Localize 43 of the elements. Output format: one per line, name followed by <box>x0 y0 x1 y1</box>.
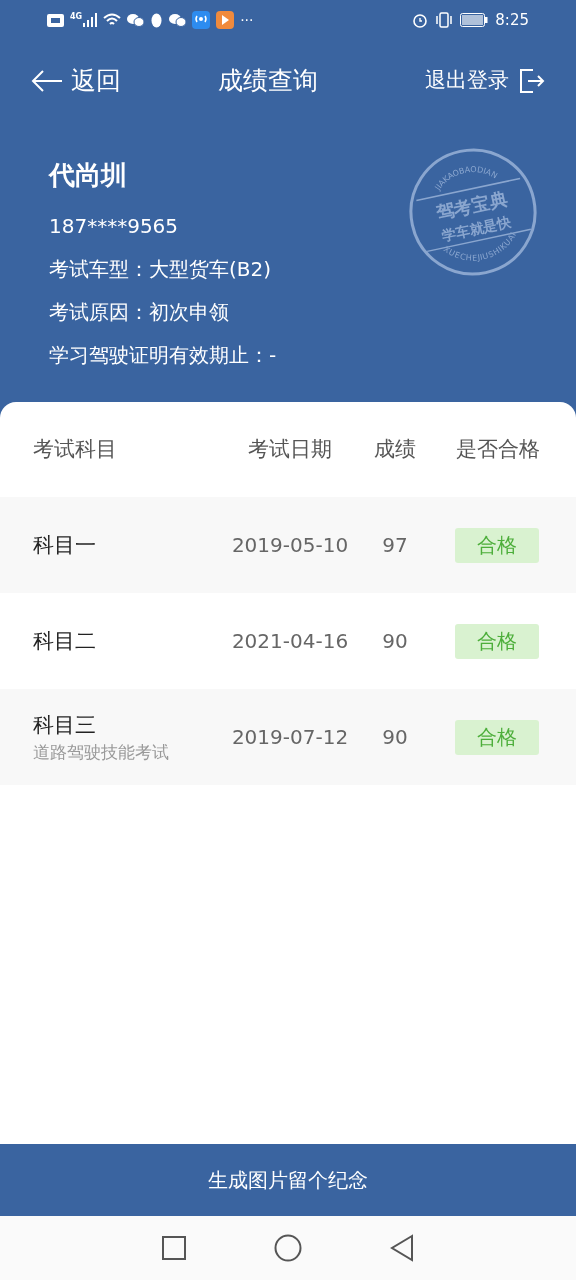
date-cell-text: 2019-05-10 <box>230 532 350 559</box>
result-badge: 合格 <box>455 719 539 755</box>
info-line: 考试车型：大型货车(B2) <box>49 256 273 283</box>
date-cell-text: 2021-04-16 <box>230 628 350 655</box>
signal-icon <box>83 13 98 27</box>
battery-icon <box>460 13 489 27</box>
phone-number: 187****9565 <box>49 213 180 240</box>
score-cell-text: 90 <box>381 724 409 751</box>
user-name: 代尚圳 <box>49 159 128 192</box>
clock-time: 8:25 <box>495 9 529 31</box>
play-app-icon <box>216 11 235 29</box>
subject-note: 道路驾驶技能考试 <box>33 741 170 764</box>
alarm-icon <box>412 12 429 28</box>
column-header: 考试日期 <box>247 435 333 463</box>
score-cell-text: 90 <box>381 628 409 655</box>
column-header: 是否合格 <box>455 435 541 463</box>
network-type: 4G <box>70 13 83 21</box>
back-icon[interactable] <box>390 1234 414 1262</box>
date-cell-text: 2019-07-12 <box>230 724 350 751</box>
column-header: 考试科目 <box>32 435 118 463</box>
vibrate-icon <box>435 12 454 28</box>
subject-cell-text: 科目二 <box>33 628 97 655</box>
generate-image-button[interactable]: 生成图片留个纪念 <box>0 1144 576 1216</box>
score-cell-text: 97 <box>381 532 409 559</box>
chat-bubbles-icon <box>127 13 145 27</box>
more-notifications: ··· <box>240 13 254 27</box>
back-arrow-icon <box>31 69 63 93</box>
subject-cell-text: 科目一 <box>33 532 97 559</box>
logout-icon <box>519 68 545 94</box>
back-button[interactable]: 返回 <box>31 62 121 100</box>
info-line: 考试原因：初次申领 <box>49 299 230 326</box>
result-badge: 合格 <box>455 623 539 659</box>
page-title: 成绩查询 <box>217 65 319 98</box>
logout-button[interactable]: 退出登录 <box>425 65 545 97</box>
info-line: 学习驾驶证明有效期止：- <box>49 342 277 369</box>
subject-cell-text: 科目三 <box>33 712 97 739</box>
result-badge: 合格 <box>455 527 539 563</box>
chat-bubbles-icon <box>169 13 187 27</box>
column-header: 成绩 <box>373 435 417 463</box>
hotspot-app-icon <box>192 11 211 29</box>
home-icon[interactable] <box>274 1234 302 1262</box>
wifi-icon <box>103 13 122 27</box>
recent-apps-icon[interactable] <box>162 1236 186 1260</box>
